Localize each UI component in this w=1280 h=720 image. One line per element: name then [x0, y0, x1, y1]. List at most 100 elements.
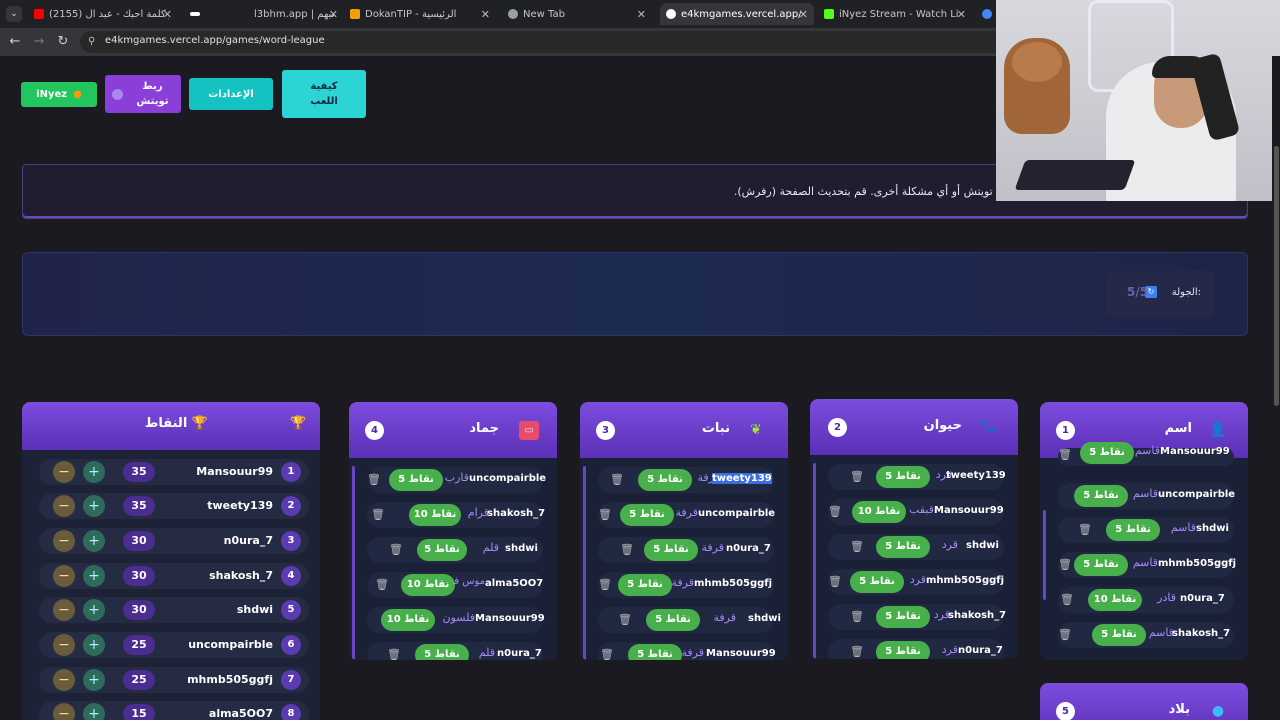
inyez-button[interactable]: iNyez ● — [21, 82, 97, 107]
minus-icon[interactable]: − — [53, 669, 75, 691]
plus-icon[interactable]: + — [83, 703, 105, 720]
minus-icon[interactable]: − — [53, 703, 75, 720]
points-badge: 5 نقاط — [1074, 485, 1128, 507]
plus-icon[interactable]: + — [83, 669, 105, 691]
answer-row: 5 نقاط قاسم uncompairble — [1058, 483, 1235, 509]
trash-icon[interactable]: 🗑 — [828, 575, 842, 589]
close-icon[interactable]: ✕ — [637, 8, 646, 21]
minus-icon[interactable]: − — [53, 495, 75, 517]
twitch-connect-button[interactable]: ربط تويتش — [105, 75, 181, 113]
player-name: shakosh_7 — [209, 569, 273, 582]
points-badge: 5 نقاط — [1074, 554, 1128, 576]
trash-icon[interactable]: 🗑 — [389, 543, 403, 557]
youtube-icon — [34, 9, 44, 19]
player-name: alma5OO7 — [208, 707, 273, 720]
minus-icon[interactable]: − — [53, 599, 75, 621]
close-icon[interactable]: ✕ — [329, 8, 338, 21]
scroll-rail — [583, 466, 586, 660]
answer-row: 🗑 5 نقاط قرفة Mansouur99 — [598, 642, 776, 660]
trash-icon[interactable]: 🗑 — [1078, 523, 1092, 537]
flame-icon: ● — [73, 89, 82, 100]
category-card-bilad: 5 بلاد ● — [1040, 683, 1248, 720]
answer-row: 🗑 5 نقاط قاسم Mansouur99 — [1058, 442, 1234, 466]
points-badge: 5 نقاط — [389, 469, 443, 491]
site-info-icon[interactable]: ⚲ — [88, 36, 95, 47]
player-name: mhmb505ggfj — [187, 673, 273, 686]
tab-e4kmgames[interactable]: e4kmgames.vercel.app/games/... ✕ — [660, 3, 814, 25]
trash-icon[interactable]: 🗑 — [1058, 558, 1072, 572]
settings-label: الإعدادات — [208, 88, 254, 100]
score-row: 4 shakosh_7 30 + − — [39, 563, 309, 589]
answer-text: موس فنه — [453, 576, 485, 587]
reload-icon[interactable]: ↻ — [54, 33, 72, 51]
trash-icon[interactable]: 🗑 — [610, 473, 624, 487]
rank-badge: 2 — [281, 496, 301, 516]
tab-search-icon[interactable]: ⌄ — [6, 6, 22, 22]
trash-icon[interactable]: 🗑 — [828, 505, 842, 519]
close-icon[interactable]: ✕ — [163, 8, 172, 21]
plus-icon[interactable]: + — [83, 461, 105, 483]
player-name: uncompairble — [188, 638, 273, 651]
how-to-play-button[interactable]: كيفية اللعب — [282, 70, 366, 118]
trash-icon[interactable]: 🗑 — [1058, 628, 1072, 642]
answer-row: 🗑 5 نقاط قرد tweety139 — [828, 464, 1006, 490]
forward-arrow-icon[interactable]: → — [30, 33, 48, 51]
trash-icon[interactable]: 🗑 — [620, 543, 634, 557]
tab-new-tab[interactable]: New Tab ✕ — [502, 3, 652, 25]
keyboard — [1014, 160, 1136, 190]
trash-icon[interactable]: 🗑 — [618, 613, 632, 627]
trash-icon[interactable]: 🗑 — [1060, 593, 1074, 607]
category-card-nabat: 3 نبات ❦ 🗑 5 نقاط قرفة tweety139 🗑 5 نقا… — [580, 402, 788, 660]
score-row: 6 uncompairble 25 + − — [39, 632, 309, 658]
trash-icon[interactable]: 🗑 — [598, 578, 612, 592]
answer-text: قرد — [909, 573, 926, 586]
answer-text: قبقب — [909, 503, 934, 516]
trash-icon[interactable]: 🗑 — [600, 648, 614, 660]
back-arrow-icon[interactable]: ← — [6, 33, 24, 51]
answer-user: Mansouur99 — [1160, 446, 1230, 457]
trash-icon[interactable]: 🗑 — [850, 470, 864, 484]
close-icon[interactable]: ✕ — [481, 8, 490, 21]
plus-icon[interactable]: + — [83, 495, 105, 517]
person-icon: 👤 — [1209, 422, 1227, 438]
tab-l3bhm[interactable]: l3bhm.app | لعبهم ✕ — [248, 3, 340, 25]
answer-user: shakosh_7 — [487, 508, 546, 519]
trash-icon[interactable]: 🗑 — [367, 473, 381, 487]
trash-icon[interactable]: 🗑 — [850, 540, 864, 554]
minus-icon[interactable]: − — [53, 530, 75, 552]
trash-icon[interactable]: 🗑 — [387, 648, 401, 660]
points-badge: 10 نقاط — [852, 501, 906, 523]
rank-badge: 1 — [281, 462, 301, 482]
plus-icon[interactable]: + — [83, 634, 105, 656]
trash-icon[interactable]: 🗑 — [375, 578, 389, 592]
plus-icon[interactable]: + — [83, 565, 105, 587]
settings-button[interactable]: الإعدادات — [189, 78, 273, 110]
trash-icon[interactable]: 🗑 — [1058, 448, 1072, 462]
trash-icon[interactable]: 🗑 — [371, 508, 385, 522]
points-badge: 5 نقاط — [618, 574, 672, 596]
category-number: 1 — [1056, 421, 1075, 440]
trash-icon[interactable]: 🗑 — [850, 645, 864, 659]
plus-icon[interactable]: + — [83, 530, 105, 552]
tab-dokantip[interactable]: DokanTIP - الرئيسية ✕ — [344, 3, 496, 25]
page-scrollbar[interactable] — [1272, 56, 1280, 720]
close-icon[interactable]: ✕ — [799, 8, 808, 21]
tab-youtube[interactable]: (2155) تنتظر كلمة احبك - عبد ال... ✕ — [28, 3, 178, 25]
minus-icon[interactable]: − — [53, 461, 75, 483]
minus-icon[interactable]: − — [53, 634, 75, 656]
score-value: 30 — [123, 531, 155, 551]
answer-row: 🗑 5 نقاط قاسم shakosh_7 — [1058, 622, 1234, 648]
trash-icon[interactable]: 🗑 — [598, 508, 612, 522]
tab-kick[interactable]: iNyez Stream - Watch Live on K... ✕ — [818, 3, 972, 25]
webcam-overlay — [996, 0, 1280, 201]
scrollbar-thumb[interactable] — [1274, 146, 1279, 406]
points-badge: 10 نقاط — [1088, 589, 1142, 611]
answer-row: 🗑 5 نقاط قرد shakosh_7 — [828, 604, 1006, 630]
answer-text: قاسم — [1148, 626, 1174, 639]
close-icon[interactable]: ✕ — [957, 8, 966, 21]
trash-icon[interactable]: 🗑 — [850, 610, 864, 624]
category-number: 2 — [828, 418, 847, 437]
category-title: حيوان — [923, 418, 962, 433]
plus-icon[interactable]: + — [83, 599, 105, 621]
minus-icon[interactable]: − — [53, 565, 75, 587]
